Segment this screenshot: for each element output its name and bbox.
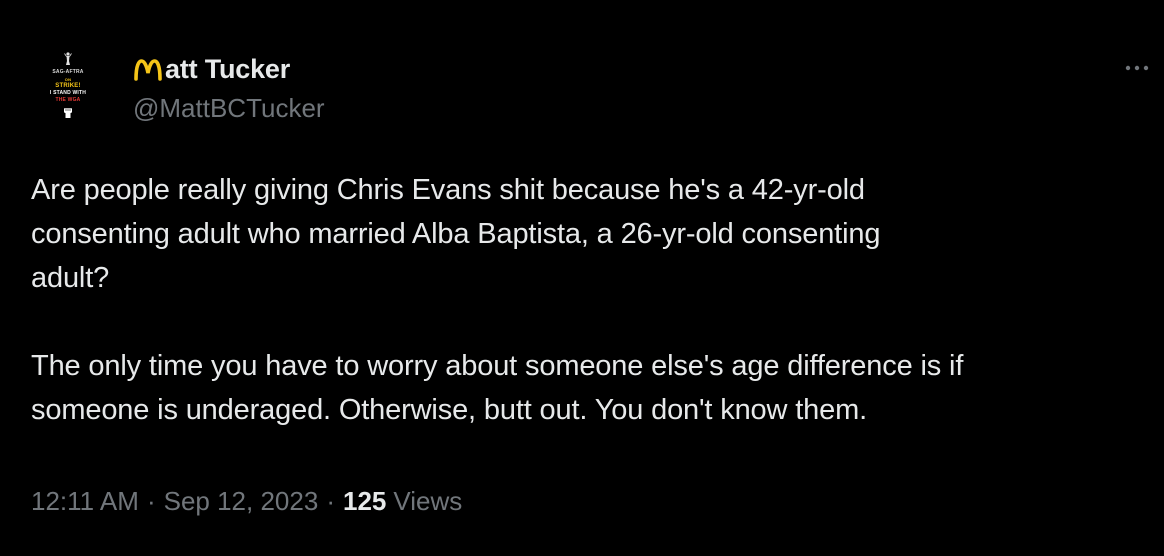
avatar[interactable]: SAG-AFTRA ON STRIKE! I STAND WITH THE WG… xyxy=(32,38,104,132)
more-horizontal-icon xyxy=(1125,65,1149,71)
author-display-name[interactable]: att Tucker xyxy=(165,54,290,85)
oscar-statue-icon xyxy=(64,51,72,65)
tweet-text: Are people really giving Chris Evans shi… xyxy=(31,168,1161,432)
tweet-time: 12:11 AM xyxy=(31,486,139,516)
tweet-time-link[interactable]: 12:11 AM · Sep 12, 2023 xyxy=(31,486,318,517)
tweet-paragraph: The only time you have to worry about so… xyxy=(31,350,964,426)
avatar-badge-line: STRIKE! xyxy=(55,82,81,89)
tweet-paragraph: Are people really giving Chris Evans shi… xyxy=(31,174,881,294)
avatar-badge-line: SAG-AFTRA xyxy=(52,68,84,75)
meta-separator: · xyxy=(146,486,156,516)
views-label: Views xyxy=(393,486,463,516)
golden-arches-m-icon xyxy=(134,59,162,81)
raised-fist-icon xyxy=(64,107,72,118)
avatar-badge-line: THE WGA xyxy=(55,96,81,103)
avatar-badge-line: I STAND WITH xyxy=(49,89,87,96)
meta-separator: · xyxy=(326,486,335,516)
author-name-row[interactable]: att Tucker xyxy=(133,52,290,86)
tweet-meta: 12:11 AM · Sep 12, 2023 · 125 Views xyxy=(31,486,462,517)
avatar-badge-line: ON xyxy=(64,76,72,82)
more-options-button[interactable] xyxy=(1120,56,1154,80)
tweet-card: SAG-AFTRA ON STRIKE! I STAND WITH THE WG… xyxy=(0,0,1164,556)
views-count: 125 xyxy=(342,486,387,516)
author-handle[interactable]: @MattBCTucker xyxy=(133,93,325,124)
tweet-date: Sep 12, 2023 xyxy=(163,486,319,516)
